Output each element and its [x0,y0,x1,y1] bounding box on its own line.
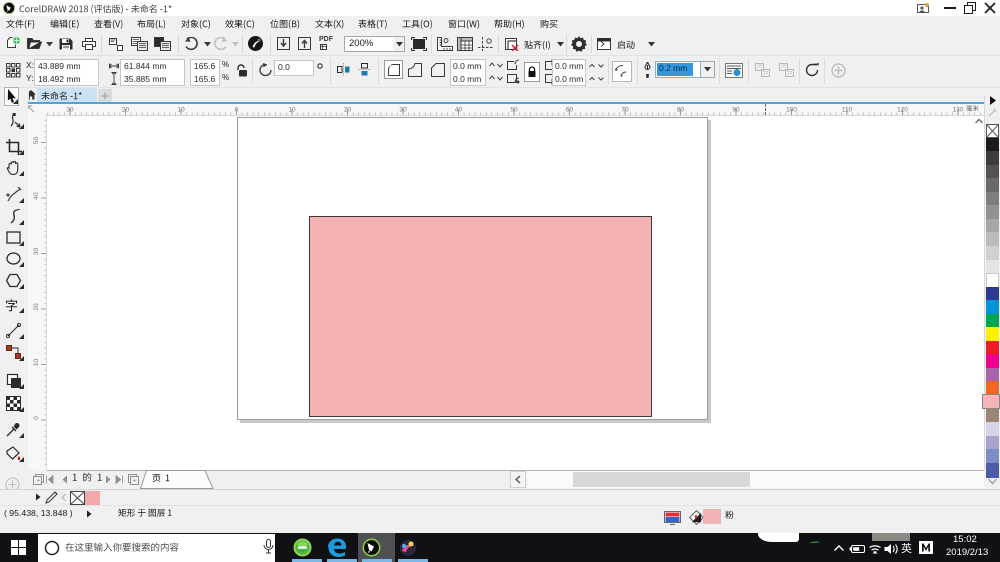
svg-text:120: 120 [897,107,908,114]
svg-text:130: 130 [953,107,964,114]
svg-text:10: 10 [177,107,185,114]
svg-text:20: 20 [33,303,40,311]
svg-text:20: 20 [122,107,130,114]
svg-text:50: 50 [510,107,518,114]
svg-text:70: 70 [621,107,629,114]
svg-text:40: 40 [455,107,463,114]
svg-text:100: 100 [786,107,797,114]
svg-text:10: 10 [288,107,296,114]
svg-text:30: 30 [66,107,74,114]
svg-text:10: 10 [33,359,40,367]
svg-text:30: 30 [33,248,40,256]
svg-text:60: 60 [566,107,574,114]
svg-text:30: 30 [399,107,407,114]
svg-text:80: 80 [677,107,685,114]
svg-text:0: 0 [33,416,40,420]
svg-text:0: 0 [235,107,239,114]
svg-text:50: 50 [33,137,40,145]
svg-text:90: 90 [732,107,740,114]
svg-text:110: 110 [842,107,853,114]
svg-text:20: 20 [344,107,352,114]
svg-text:40: 40 [33,192,40,200]
